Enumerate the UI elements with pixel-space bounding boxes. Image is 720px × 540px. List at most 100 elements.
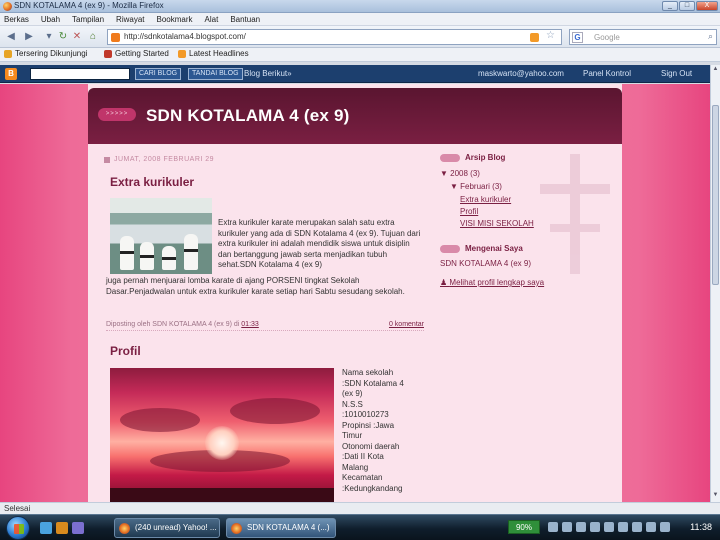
update-icon[interactable] [604, 522, 614, 532]
bookmark-latest-headlines[interactable]: Latest Headlines [178, 49, 249, 58]
post-footer: Diposting oleh SDN KOTALAMA 4 (ex 9) di … [106, 321, 424, 331]
next-blog-link[interactable]: Blog Berikut» [244, 69, 292, 78]
comments-link[interactable]: 0 komentar [389, 321, 424, 328]
chat-icon[interactable] [618, 522, 628, 532]
home-icon[interactable]: ⌂ [86, 30, 100, 44]
close-button[interactable]: X [696, 1, 718, 11]
show-desktop-icon[interactable] [40, 522, 52, 534]
blogger-favicon-icon [111, 33, 120, 42]
profile-person-icon: ♟ [440, 278, 450, 287]
profile-line: Kecamatan [342, 473, 383, 482]
quicklaunch-icon[interactable] [72, 522, 84, 534]
post-title-extra[interactable]: Extra kurikuler [110, 175, 194, 189]
address-bar[interactable]: http://sdnkotalama4.blogspot.com/ ☆ [107, 29, 562, 45]
firefox-icon [3, 2, 12, 11]
post-author: Diposting oleh SDN KOTALAMA 4 (ex 9) di [106, 321, 240, 328]
date-header: JUMAT, 2008 FEBRUARI 29 [104, 156, 214, 163]
bookmark-most-visited[interactable]: Tersering Dikunjungi [4, 49, 87, 58]
menu-berkas[interactable]: Berkas [4, 13, 29, 25]
status-text: Selesai [4, 504, 31, 513]
flag-blog-button[interactable]: TANDAI BLOG [188, 68, 243, 80]
scroll-down-icon[interactable]: ▼ [712, 492, 719, 500]
stop-icon[interactable]: ✕ [70, 30, 84, 44]
rss-icon [178, 49, 186, 58]
battery-indicator[interactable]: 90% [508, 520, 540, 534]
post-body-full: juga pernah menjuarai lomba karate di aj… [106, 276, 405, 296]
menu-bookmark[interactable]: Bookmark [157, 13, 193, 25]
bookmark-label: Latest Headlines [189, 49, 249, 58]
scroll-up-icon[interactable]: ▲ [712, 66, 719, 74]
archive-month-toggle[interactable]: ▼ Februari (3) [450, 182, 502, 191]
display-icon[interactable] [646, 522, 656, 532]
antivirus-icon[interactable] [590, 522, 600, 532]
search-placeholder: Google [594, 33, 620, 42]
bookmark-getting-started[interactable]: Getting Started [104, 49, 169, 58]
blog-header: >>>>> SDN KOTALAMA 4 (ex 9) [88, 88, 622, 144]
archive-year-toggle[interactable]: ▼ 2008 (3) [440, 169, 480, 178]
pill-bullet-icon [440, 244, 460, 253]
google-engine-icon[interactable]: G [572, 32, 583, 43]
post-title-profil[interactable]: Profil [110, 344, 141, 358]
language-icon[interactable] [548, 522, 558, 532]
profile-line: Otonomi daerah [342, 441, 400, 451]
vertical-scrollbar[interactable]: ▲ ▼ [710, 65, 720, 502]
sign-out-link[interactable]: Sign Out [661, 69, 692, 78]
bookmark-star-icon[interactable]: ☆ [546, 30, 555, 41]
profile-line: :SDN Kotalama 4 [342, 378, 404, 388]
clock[interactable]: 11:38 [690, 522, 712, 532]
taskbar-window-yahoo[interactable]: (240 unread) Yahoo! ... [114, 518, 220, 538]
scroll-thumb[interactable] [712, 105, 719, 285]
full-profile-label: Melihat profil lengkap saya [449, 278, 545, 287]
menu-tampilan[interactable]: Tampilan [72, 13, 104, 25]
menu-riwayat[interactable]: Riwayat [116, 13, 144, 25]
blogger-logo-icon[interactable]: B [5, 68, 17, 80]
profile-line: Timur [342, 431, 363, 440]
address-url: http://sdnkotalama4.blogspot.com/ [124, 32, 246, 41]
volume-icon[interactable] [576, 522, 586, 532]
firefox-icon [231, 523, 242, 534]
menu-alat[interactable]: Alat [205, 13, 219, 25]
archive-post-link[interactable]: Profil [460, 207, 478, 216]
search-box[interactable]: G Google ⌕ [569, 29, 717, 45]
maximize-button[interactable]: □ [679, 1, 695, 11]
status-bar: Selesai [0, 502, 720, 514]
archive-post-link[interactable]: Extra kurikuler [460, 195, 511, 204]
dashboard-link[interactable]: Panel Kontrol [583, 69, 631, 78]
firefox-quicklaunch-icon[interactable] [56, 522, 68, 534]
search-icon[interactable]: ⌕ [708, 31, 713, 42]
back-arrow-icon[interactable]: ◀ [4, 30, 18, 44]
network-icon[interactable] [562, 522, 572, 532]
post-time-link[interactable]: 01:33 [241, 321, 259, 328]
archive-title: Arsip Blog [465, 153, 506, 162]
dropdown-arrow-icon[interactable]: ▾ [42, 30, 56, 44]
about-name: SDN KOTALAMA 4 (ex 9) [440, 259, 531, 268]
karate-photo [110, 198, 212, 274]
full-profile-link[interactable]: ♟ Melihat profil lengkap saya [440, 278, 544, 287]
bookmarks-toolbar: Tersering Dikunjungi Getting Started Lat… [0, 48, 720, 62]
blog-search-input[interactable] [30, 68, 130, 80]
power-icon[interactable] [632, 522, 642, 532]
rss-feed-icon[interactable] [530, 33, 539, 42]
bullet-square-icon [104, 156, 110, 163]
minimize-button[interactable]: _ [662, 1, 678, 11]
page-viewport: >>>>> SDN KOTALAMA 4 (ex 9) JUMAT, 2008 … [0, 84, 710, 502]
tray-icon[interactable] [660, 522, 670, 532]
start-button[interactable] [6, 516, 30, 540]
profile-line: N.S.S [342, 399, 363, 409]
firefox-icon [119, 523, 130, 534]
search-blog-button[interactable]: CARI BLOG [135, 68, 182, 80]
blog-outer-wrapper: >>>>> SDN KOTALAMA 4 (ex 9) JUMAT, 2008 … [88, 84, 622, 502]
user-email: maskwarto@yahoo.com [478, 69, 564, 78]
window-titlebar[interactable]: SDN KOTALAMA 4 (ex 9) - Mozilla Firefox … [0, 0, 720, 13]
menu-bantuan[interactable]: Bantuan [230, 13, 260, 25]
menu-bar: Berkas Ubah Tampilan Riwayat Bookmark Al… [0, 13, 720, 26]
menu-ubah[interactable]: Ubah [41, 13, 60, 25]
reload-icon[interactable]: ↻ [56, 30, 70, 44]
blog-title[interactable]: SDN KOTALAMA 4 (ex 9) [146, 106, 350, 126]
about-widget-header: Mengenai Saya [440, 244, 523, 253]
archive-post-link[interactable]: VISI MISI SEKOLAH [460, 219, 534, 228]
window-controls: _ □ X [662, 1, 718, 11]
taskbar-window-blog[interactable]: SDN KOTALAMA 4 (...) [226, 518, 336, 538]
taskbar-window-label: SDN KOTALAMA 4 (...) [247, 523, 330, 532]
forward-arrow-icon[interactable]: ▶ [22, 30, 36, 44]
